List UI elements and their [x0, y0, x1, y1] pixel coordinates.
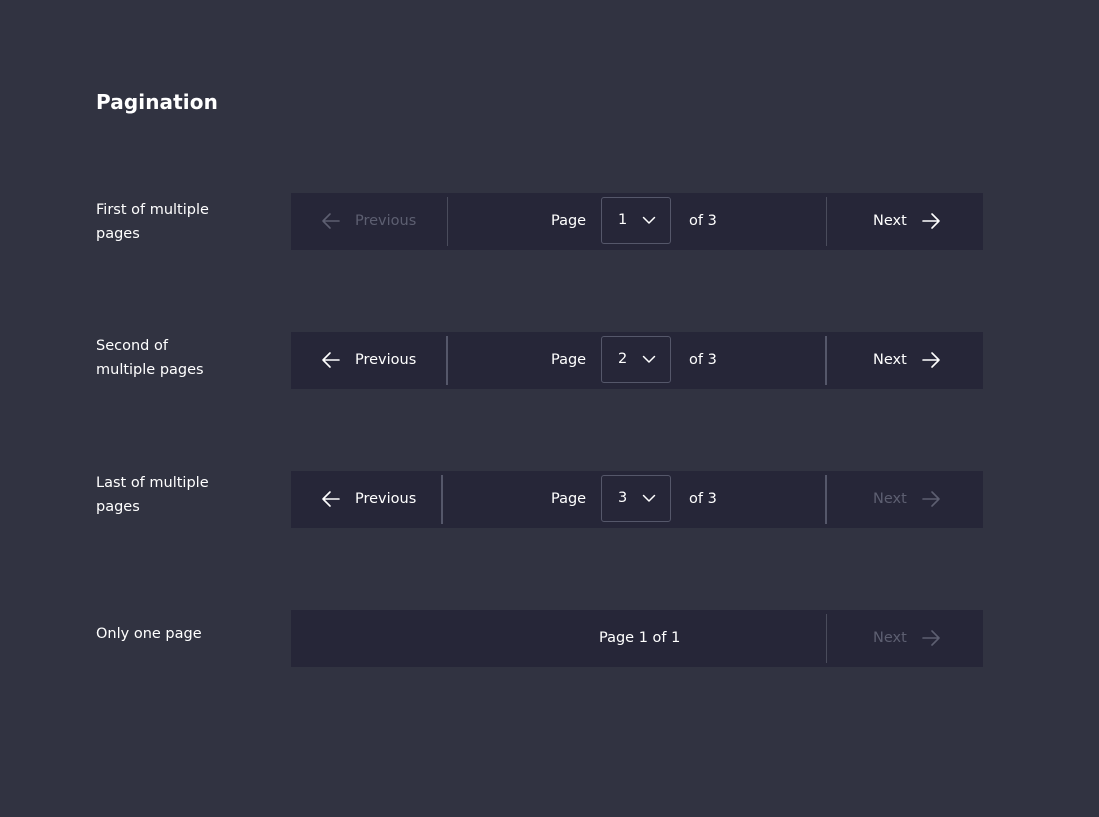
previous-button[interactable]: Previous — [291, 471, 447, 528]
arrow-left-icon — [322, 352, 340, 368]
previous-label: Previous — [355, 352, 417, 368]
pagination-second: Previous Page 2 of 3 Next — [291, 332, 983, 389]
selected-page: 1 — [618, 212, 628, 228]
chevron-down-icon — [642, 494, 656, 502]
page-select[interactable]: 3 — [601, 475, 671, 522]
row-label-last: Last of multiple pages — [96, 471, 209, 519]
page-total: of 3 — [689, 491, 717, 507]
next-label: Next — [873, 630, 907, 646]
pagination-single: Page 1 of 1 Next — [291, 610, 983, 667]
row-label-line: Last of multiple — [96, 475, 209, 491]
arrow-right-icon — [922, 352, 940, 368]
row-label-first: First of multiple pages — [96, 198, 209, 246]
page-total: of 3 — [689, 213, 717, 229]
chevron-down-icon — [642, 355, 656, 363]
pagination-first: Previous Page 1 of 3 Next — [291, 193, 983, 250]
selected-page: 3 — [618, 490, 628, 506]
pagination-last: Previous Page 3 of 3 Next — [291, 471, 983, 528]
row-label-line: First of multiple — [96, 202, 209, 218]
row-label-second: Second of multiple pages — [96, 334, 204, 382]
arrow-left-icon — [322, 213, 340, 229]
previous-label: Previous — [355, 213, 417, 229]
selected-page: 2 — [618, 351, 628, 367]
arrow-right-icon — [922, 213, 940, 229]
row-label-line: pages — [96, 499, 140, 515]
next-label: Next — [873, 352, 907, 368]
next-button[interactable]: Next — [827, 471, 983, 528]
page-select[interactable]: 1 — [601, 197, 671, 244]
next-label: Next — [873, 213, 907, 229]
arrow-right-icon — [922, 630, 940, 646]
page-select[interactable]: 2 — [601, 336, 671, 383]
previous-button[interactable]: Previous — [291, 332, 447, 389]
previous-button[interactable]: Previous — [291, 193, 447, 250]
page-total: of 3 — [689, 352, 717, 368]
divider — [447, 197, 448, 246]
arrow-left-icon — [322, 491, 340, 507]
row-label-only: Only one page — [96, 622, 202, 646]
arrow-right-icon — [922, 491, 940, 507]
next-button[interactable]: Next — [827, 332, 983, 389]
next-label: Next — [873, 491, 907, 507]
next-button[interactable]: Next — [827, 610, 983, 667]
divider — [441, 475, 443, 524]
previous-label: Previous — [355, 491, 417, 507]
page-title: Pagination — [96, 90, 218, 114]
row-label-line: multiple pages — [96, 362, 204, 378]
page-word: Page — [551, 352, 587, 368]
row-label-line: pages — [96, 226, 140, 242]
page-word: Page — [551, 213, 587, 229]
chevron-down-icon — [642, 216, 656, 224]
row-label-line: Only one page — [96, 626, 202, 642]
divider — [446, 336, 448, 385]
page-word: Page — [551, 491, 587, 507]
page-status: Page 1 of 1 — [599, 630, 681, 646]
next-button[interactable]: Next — [827, 193, 983, 250]
row-label-line: Second of — [96, 338, 168, 354]
